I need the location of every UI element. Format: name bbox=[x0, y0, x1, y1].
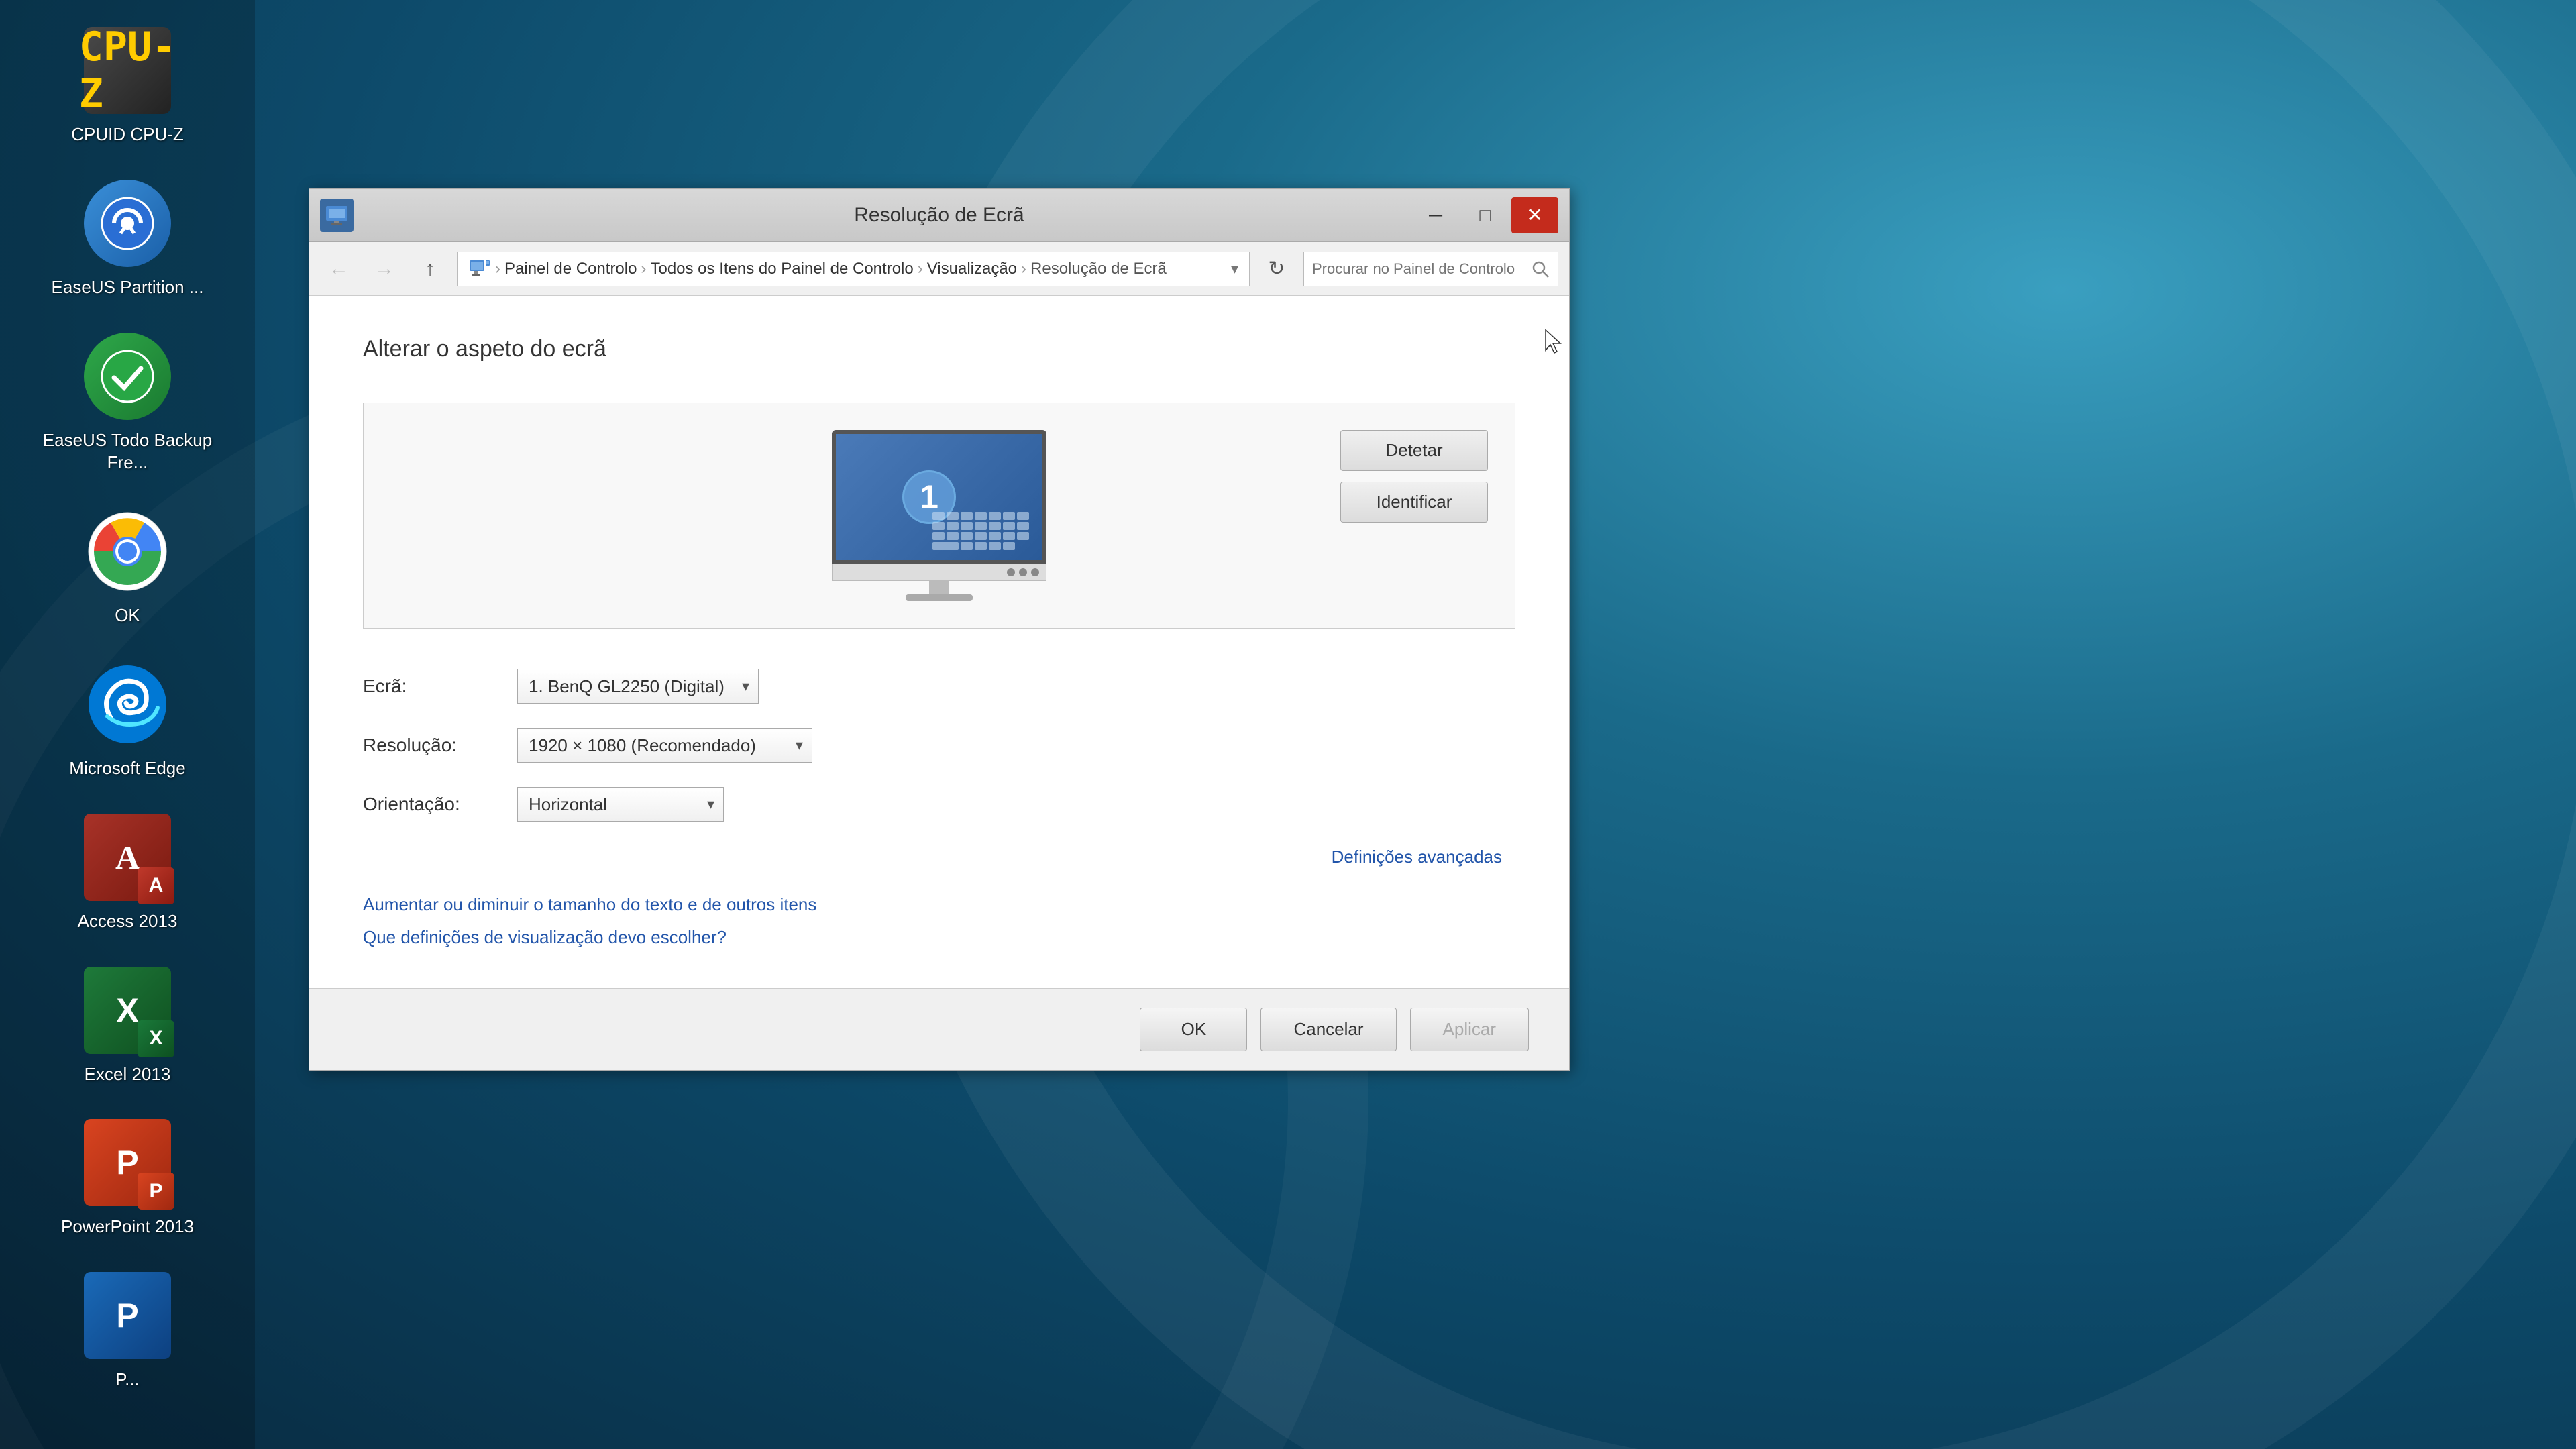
ecra-select[interactable]: 1. BenQ GL2250 (Digital) bbox=[517, 669, 759, 704]
icon-label-publisher: P... bbox=[115, 1368, 140, 1391]
desktop-icon-easeus-todo[interactable]: EaseUS Todo Backup Fre... bbox=[20, 319, 235, 488]
maximize-button[interactable]: □ bbox=[1462, 197, 1509, 233]
window-icon bbox=[320, 199, 354, 232]
orientation-row: Orientação: Horizontal Vertical Horizont… bbox=[363, 787, 1515, 822]
visual-settings-link[interactable]: Que definições de visualização devo esco… bbox=[363, 927, 1515, 948]
form-section: Ecrã: 1. BenQ GL2250 (Digital) Resolução… bbox=[363, 669, 1515, 867]
breadcrumb-todos: Todos os Itens do Painel de Controlo bbox=[650, 260, 913, 278]
back-button[interactable]: ← bbox=[320, 250, 358, 288]
search-icon bbox=[1531, 260, 1550, 278]
sidebar: CPU-Z CPUID CPU-Z EaseUS Partition ... E… bbox=[0, 0, 255, 1449]
icon-label-chrome: OK bbox=[115, 604, 140, 627]
dialog-footer: OK Cancelar Aplicar bbox=[309, 988, 1569, 1070]
desktop-icon-publisher[interactable]: P P... bbox=[20, 1258, 235, 1405]
resolution-row: Resolução: 1920 × 1080 (Recomendado) 168… bbox=[363, 728, 1515, 763]
resolution-window: Resolução de Ecrã ─ □ ✕ ← → ↑ bbox=[309, 188, 1570, 1071]
close-button[interactable]: ✕ bbox=[1511, 197, 1558, 233]
desktop-icon-access[interactable]: A A Access 2013 bbox=[20, 800, 235, 947]
monitor-preview-area: 1 bbox=[363, 402, 1515, 629]
text-size-link[interactable]: Aumentar ou diminuir o tamanho do texto … bbox=[363, 894, 1515, 915]
desktop-icon-chrome[interactable]: OK bbox=[20, 494, 235, 641]
breadcrumb-painel: Painel de Controlo bbox=[504, 260, 637, 278]
desktop-icon-cpuz[interactable]: CPU-Z CPUID CPU-Z bbox=[20, 13, 235, 160]
minimize-button[interactable]: ─ bbox=[1412, 197, 1459, 233]
breadcrumb-visualizacao: Visualização bbox=[927, 260, 1017, 278]
cancel-button[interactable]: Cancelar bbox=[1260, 1008, 1396, 1051]
up-button[interactable]: ↑ bbox=[411, 250, 449, 288]
icon-label-edge: Microsoft Edge bbox=[69, 757, 185, 780]
desktop: CPU-Z CPUID CPU-Z EaseUS Partition ... E… bbox=[0, 0, 2576, 1449]
title-bar: Resolução de Ecrã ─ □ ✕ bbox=[309, 189, 1569, 242]
icon-label-easeus-todo: EaseUS Todo Backup Fre... bbox=[34, 429, 221, 475]
desktop-icon-excel[interactable]: X X Excel 2013 bbox=[20, 953, 235, 1099]
preview-actions: Detetar Identificar bbox=[1340, 430, 1488, 523]
icon-label-access: Access 2013 bbox=[78, 910, 178, 933]
window-title: Resolução de Ecrã bbox=[854, 204, 1024, 227]
desktop-icon-edge[interactable]: Microsoft Edge bbox=[20, 647, 235, 794]
resolution-select[interactable]: 1920 × 1080 (Recomendado) 1680 × 1050 14… bbox=[517, 728, 812, 763]
address-bar: ← → ↑ › Painel de Controlo › Todos os It… bbox=[309, 242, 1569, 296]
desktop-icon-powerpoint[interactable]: P P PowerPoint 2013 bbox=[20, 1106, 235, 1252]
icon-label-cpuz: CPUID CPU-Z bbox=[71, 123, 184, 146]
icon-label-easeus-partition: EaseUS Partition ... bbox=[52, 276, 204, 299]
links-section: Aumentar ou diminuir o tamanho do texto … bbox=[363, 894, 1515, 948]
breadcrumb-dropdown[interactable]: ▾ bbox=[1231, 260, 1238, 278]
ecra-label: Ecrã: bbox=[363, 676, 497, 697]
ecra-row: Ecrã: 1. BenQ GL2250 (Digital) bbox=[363, 669, 1515, 704]
monitor-screen: 1 bbox=[832, 430, 1046, 564]
monitor-base bbox=[906, 594, 973, 601]
search-bar bbox=[1303, 252, 1558, 286]
resolution-label: Resolução: bbox=[363, 735, 497, 756]
detect-button[interactable]: Detetar bbox=[1340, 430, 1488, 471]
section-title: Alterar o aspeto do ecrã bbox=[363, 336, 1515, 362]
forward-button[interactable]: → bbox=[366, 250, 403, 288]
monitor-container: 1 bbox=[832, 430, 1046, 601]
ok-button[interactable]: OK bbox=[1140, 1008, 1247, 1051]
advanced-link[interactable]: Definições avançadas bbox=[1332, 847, 1502, 867]
apply-button[interactable]: Aplicar bbox=[1410, 1008, 1529, 1051]
refresh-button[interactable]: ↻ bbox=[1258, 250, 1295, 288]
desktop-icon-easeus-partition[interactable]: EaseUS Partition ... bbox=[20, 166, 235, 313]
monitor-stand bbox=[929, 581, 949, 594]
breadcrumb-resolucao: Resolução de Ecrã bbox=[1030, 260, 1167, 278]
orientation-label: Orientação: bbox=[363, 794, 497, 815]
computer-icon bbox=[468, 258, 491, 280]
monitor-graphic: 1 bbox=[832, 430, 1046, 601]
monitor-dots bbox=[832, 564, 1046, 581]
orientation-select[interactable]: Horizontal Vertical Horizontal (invertid… bbox=[517, 787, 724, 822]
identify-button[interactable]: Identificar bbox=[1340, 482, 1488, 523]
content-area: Alterar o aspeto do ecrã 1 bbox=[309, 296, 1569, 988]
search-input[interactable] bbox=[1312, 260, 1525, 278]
icon-label-powerpoint: PowerPoint 2013 bbox=[61, 1216, 194, 1238]
breadcrumb: › Painel de Controlo › Todos os Itens do… bbox=[457, 252, 1250, 286]
icon-label-excel: Excel 2013 bbox=[85, 1063, 171, 1086]
